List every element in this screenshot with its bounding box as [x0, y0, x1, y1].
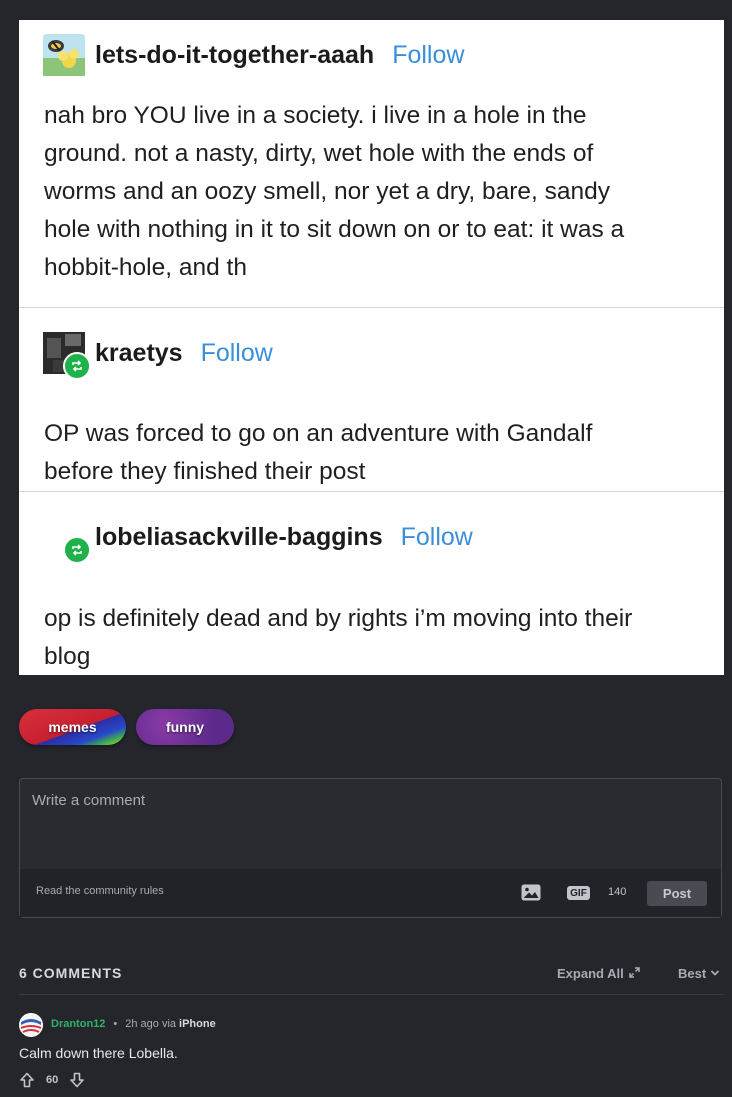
- image-upload-icon[interactable]: [521, 884, 541, 901]
- text-line: op is definitely dead and by rights i’m …: [44, 605, 633, 632]
- text-line: ground. not a nasty, dirty, wet hole wit…: [44, 140, 594, 167]
- tumblr-reblog-2: lobeliasackville-baggins Follow op is de…: [19, 492, 724, 675]
- follow-link: Follow: [200, 338, 273, 367]
- chevron-down-icon: [710, 966, 720, 981]
- avatar[interactable]: [19, 1013, 43, 1037]
- text-line: worms and an oozy smell, nor yet a dry, …: [44, 178, 611, 205]
- tumblr-reblog-1: kraetys Follow OP was forced to go on an…: [19, 308, 724, 491]
- comment-form: Read the community rules GIF 140 Post: [19, 778, 722, 918]
- sort-label: Best: [678, 966, 707, 981]
- comment-actions: 60: [19, 1072, 85, 1088]
- tag-funny[interactable]: funny: [136, 709, 234, 745]
- tumblr-post-header: lobeliasackville-baggins Follow: [43, 516, 473, 564]
- comment-device: iPhone: [179, 1018, 216, 1030]
- text-line: before they finished their post: [44, 458, 366, 485]
- follow-link: Follow: [400, 522, 473, 551]
- expand-all-button[interactable]: Expand All: [557, 966, 640, 981]
- gif-button[interactable]: GIF: [567, 886, 590, 900]
- text-line: OP was forced to go on an adventure with…: [44, 420, 593, 447]
- comment-text: Calm down there Lobella.: [19, 1045, 178, 1061]
- follow-link: Follow: [392, 40, 465, 69]
- comment-input[interactable]: [20, 779, 721, 869]
- upvote-icon[interactable]: [19, 1072, 35, 1088]
- comment-username[interactable]: Dranton12: [51, 1018, 105, 1030]
- user-avatar: [43, 516, 91, 564]
- divider: [19, 994, 724, 995]
- text-line: hole with nothing in it to sit down on o…: [44, 216, 625, 243]
- reblog-icon: [63, 352, 91, 380]
- tumblr-post-text: op is definitely dead and by rights i’m …: [44, 600, 700, 676]
- comments-count: 6 COMMENTS: [19, 965, 123, 981]
- tag-memes[interactable]: memes: [19, 709, 126, 745]
- tumblr-username: lets-do-it-together-aaah: [95, 40, 375, 69]
- reblog-icon: [63, 536, 91, 564]
- tumblr-username: kraetys: [95, 338, 183, 367]
- post-image[interactable]: lets-do-it-together-aaah Follow nah bro …: [19, 20, 724, 675]
- comment-time: 2h ago via: [125, 1018, 177, 1030]
- tumblr-username: lobeliasackville-baggins: [95, 522, 383, 551]
- tumblr-post-header: lets-do-it-together-aaah Follow: [43, 34, 464, 76]
- comment-meta: Dranton12 • 2h ago via iPhone: [51, 1018, 216, 1030]
- tumblr-post-text: OP was forced to go on an adventure with…: [44, 415, 700, 491]
- downvote-icon[interactable]: [69, 1072, 85, 1088]
- tumblr-post-original: lets-do-it-together-aaah Follow nah bro …: [19, 20, 724, 307]
- community-rules-link[interactable]: Read the community rules: [36, 885, 164, 897]
- expand-all-label: Expand All: [557, 966, 624, 981]
- text-line: nah bro YOU live in a society. i live in…: [44, 102, 587, 129]
- character-count: 140: [608, 886, 627, 898]
- tumblr-post-text: nah bro YOU live in a society. i live in…: [44, 97, 700, 287]
- expand-icon: [628, 966, 640, 981]
- user-avatar: [43, 34, 85, 76]
- post-comment-button[interactable]: Post: [647, 881, 707, 906]
- sort-dropdown[interactable]: Best: [678, 966, 720, 981]
- user-avatar: [43, 332, 91, 380]
- separator-dot: •: [113, 1018, 118, 1030]
- tumblr-post-header: kraetys Follow: [43, 332, 273, 380]
- text-line: hobbit-hole, and th: [44, 254, 247, 281]
- comment-form-footer: Read the community rules GIF 140 Post: [20, 869, 721, 917]
- comment-score: 60: [46, 1074, 59, 1086]
- text-line: blog: [44, 643, 91, 670]
